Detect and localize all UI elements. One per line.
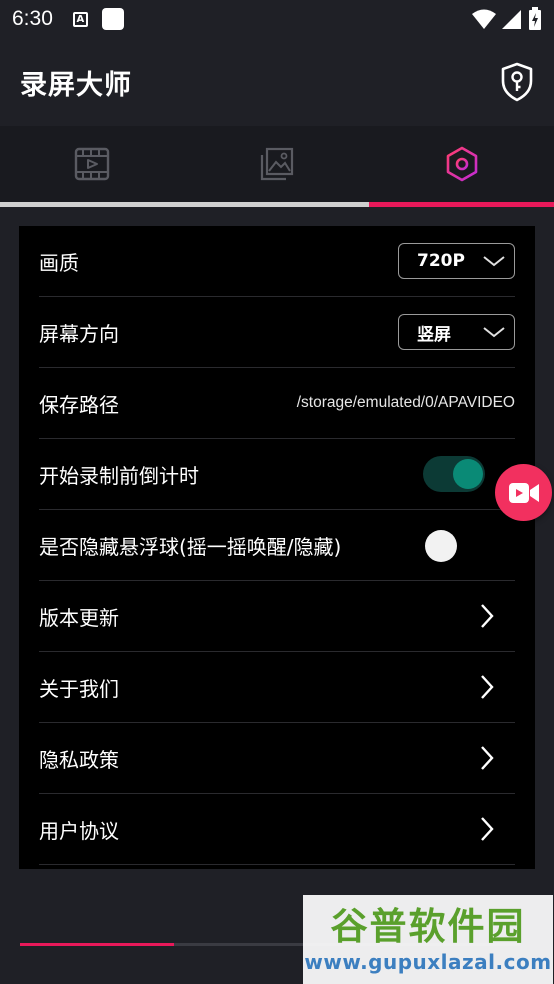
- orientation-dropdown[interactable]: 竖屏: [398, 314, 515, 350]
- about-us-label: 关于我们: [39, 676, 119, 701]
- battery-icon: [529, 7, 541, 30]
- countdown-toggle[interactable]: [423, 456, 485, 492]
- setting-row-version-update[interactable]: 版本更新: [39, 581, 515, 652]
- setting-row-privacy-policy[interactable]: 隐私政策: [39, 723, 515, 794]
- tab-images[interactable]: [185, 126, 370, 202]
- settings-panel: 画质 720P 屏幕方向 竖屏 保存路径 /storage/emulated/0…: [19, 226, 535, 869]
- setting-row-about-us[interactable]: 关于我们: [39, 652, 515, 723]
- wifi-icon: [472, 9, 496, 29]
- watermark-title: 谷普软件园: [330, 904, 526, 948]
- setting-row-hide-float: 是否隐藏悬浮球(摇一摇唤醒/隐藏): [39, 510, 515, 581]
- image-gallery-icon: [260, 147, 294, 181]
- hexagon-settings-icon: [446, 146, 477, 182]
- app-bar: 录屏大师: [0, 38, 554, 126]
- status-time: 6:30: [12, 7, 53, 30]
- status-bar: 6:30 A: [0, 0, 554, 38]
- chevron-down-icon: [483, 327, 505, 338]
- toggle-thumb: [453, 459, 483, 489]
- quality-value: 720P: [417, 251, 465, 271]
- tab-videos[interactable]: [0, 126, 185, 202]
- setting-row-user-agreement[interactable]: 用户协议: [39, 794, 515, 865]
- signal-icon: [502, 10, 521, 29]
- video-film-icon: [75, 147, 110, 181]
- setting-row-orientation: 屏幕方向 竖屏: [39, 297, 515, 368]
- notification-square-icon: [101, 8, 124, 30]
- version-update-label: 版本更新: [39, 605, 119, 630]
- orientation-value: 竖屏: [417, 324, 451, 345]
- save-path-label: 保存路径: [39, 392, 119, 417]
- status-indicators: [472, 7, 542, 31]
- quality-dropdown[interactable]: 720P: [398, 243, 515, 279]
- chevron-right-icon: [481, 746, 494, 770]
- countdown-label: 开始录制前倒计时: [39, 463, 199, 488]
- chevron-right-icon: [481, 604, 494, 628]
- watermark-url: www.gupuxlazal.com: [304, 949, 552, 974]
- tab-settings[interactable]: [369, 126, 554, 202]
- hide-float-toggle[interactable]: [425, 530, 457, 562]
- watermark: 谷普软件园 www.gupuxlazal.com: [303, 895, 553, 984]
- setting-row-quality: 画质 720P: [39, 226, 515, 297]
- tab-indicator-active: [369, 202, 554, 207]
- shield-key-icon[interactable]: [500, 62, 534, 102]
- orientation-label: 屏幕方向: [39, 321, 119, 346]
- tab-bar: [0, 126, 554, 202]
- notification-a-icon: A: [72, 11, 88, 27]
- video-camera-icon: [508, 482, 539, 503]
- floating-record-button[interactable]: [495, 464, 552, 521]
- save-path-value: /storage/emulated/0/APAVIDEO: [296, 394, 515, 411]
- app-title: 录屏大师: [20, 69, 132, 101]
- setting-row-countdown: 开始录制前倒计时: [39, 439, 515, 510]
- chevron-right-icon: [481, 817, 494, 841]
- chevron-right-icon: [481, 675, 494, 699]
- bottom-progress-fill: [20, 943, 174, 946]
- chevron-down-icon: [483, 256, 505, 267]
- privacy-policy-label: 隐私政策: [39, 747, 119, 772]
- hide-float-label: 是否隐藏悬浮球(摇一摇唤醒/隐藏): [39, 534, 342, 559]
- user-agreement-label: 用户协议: [39, 818, 119, 843]
- setting-row-save-path[interactable]: 保存路径 /storage/emulated/0/APAVIDEO: [39, 368, 515, 439]
- quality-label: 画质: [39, 250, 79, 275]
